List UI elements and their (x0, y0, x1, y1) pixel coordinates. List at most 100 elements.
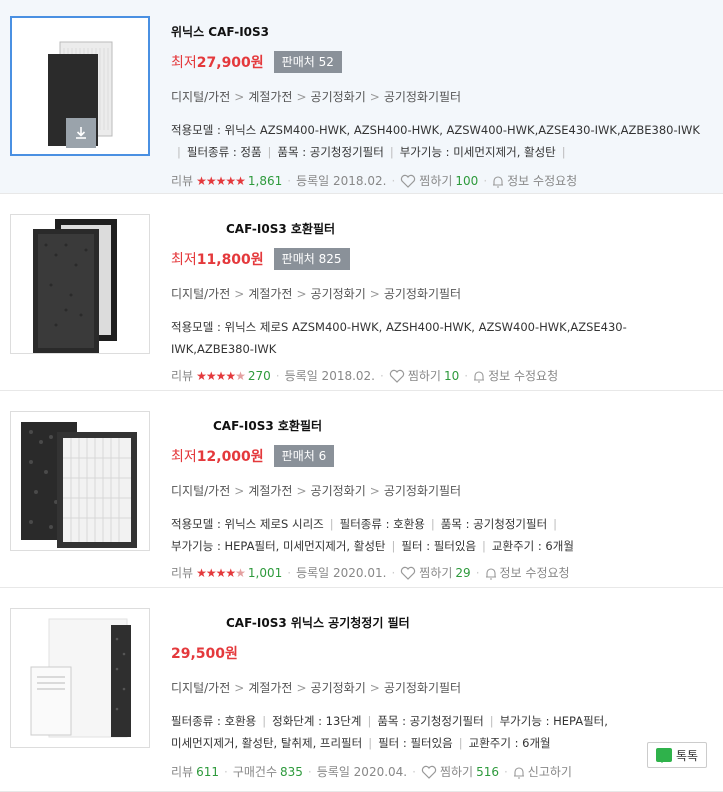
breadcrumb: 디지털/가전 > 계절가전 > 공기정화기 > 공기정화기필터 (171, 681, 462, 695)
star-icon: ★★★★★ (196, 369, 246, 383)
breadcrumb-item[interactable]: 공기정화기 (311, 681, 366, 695)
bell-icon[interactable] (492, 175, 504, 188)
review-count[interactable]: 1,861 (248, 173, 282, 189)
product-item: 위닉스 CAF-I0S3 최저27,900원 판매처 52 디지털/가전 > 계절가… (0, 0, 723, 194)
filter-image (30, 618, 131, 738)
product-list: 위닉스 CAF-I0S3 최저27,900원 판매처 52 디지털/가전 > 계절가… (0, 0, 723, 792)
breadcrumb-item[interactable]: 디지털/가전 (171, 681, 230, 695)
breadcrumb-item[interactable]: 공기정화기 (311, 90, 366, 104)
review-count[interactable]: 1,001 (248, 565, 282, 581)
breadcrumb-item[interactable]: 공기정화기필터 (384, 681, 461, 695)
product-thumbnail[interactable] (10, 16, 150, 156)
review-label: 리뷰 (171, 566, 194, 580)
product-item: CAF-I0S3 호환필터 최저12,000원 판매처 6 디지털/가전 > 계절가… (0, 391, 723, 588)
product-specs: 적용모델 : 위닉스 제로S AZSM400-HWK, AZSH400-HWK,… (171, 316, 715, 360)
star-icon: ★★★★★ (196, 174, 246, 188)
breadcrumb-item[interactable]: 공기정화기필터 (384, 287, 461, 301)
filter-image (21, 422, 137, 548)
bell-icon[interactable] (485, 567, 497, 580)
registered-date: 등록일 2020.04. (316, 765, 408, 779)
product-price[interactable]: 최저11,800원 (171, 249, 264, 269)
product-meta: 리뷰 ★★★★★ 1,001 · 등록일 2020.01. · 찜하기 29 ·… (171, 565, 570, 581)
breadcrumb: 디지털/가전 > 계절가전 > 공기정화기 > 공기정화기필터 (171, 484, 462, 498)
talk-icon (655, 748, 672, 763)
product-specs: 적용모델 : 위닉스 제로S 시리즈 | 필터종류 : 호환용 | 품목 : 공기청정기… (171, 513, 715, 557)
spec-line: 부가기능 : HEPA필터, 미세먼지제거, 활성탄 | 필터 : 필터있음 | 교환주… (171, 539, 574, 553)
download-icon[interactable] (66, 118, 96, 148)
breadcrumb-item[interactable]: 계절가전 (248, 484, 292, 498)
talk-button-label: 톡톡 (675, 748, 699, 763)
price-row: 최저27,900원 판매처 52 (171, 50, 715, 74)
breadcrumb-item[interactable]: 공기정화기필터 (384, 484, 461, 498)
seller-count-button[interactable]: 판매처 52 (273, 51, 342, 73)
breadcrumb-item[interactable]: 디지털/가전 (171, 90, 230, 104)
breadcrumb-item[interactable]: 공기정화기 (311, 484, 366, 498)
breadcrumb-item[interactable]: 디지털/가전 (171, 484, 230, 498)
product-price[interactable]: 최저12,000원 (171, 446, 264, 466)
product-info: CAF-I0S3 호환필터 최저11,800원 판매처 825 디지털/가전 > 계… (171, 221, 715, 384)
bell-icon[interactable] (473, 370, 485, 383)
product-info: CAF-I0S3 호환필터 최저12,000원 판매처 6 디지털/가전 > 계절가… (171, 418, 715, 581)
spec-line: IWK,AZBE380-IWK (171, 342, 277, 356)
breadcrumb-item[interactable]: 공기정화기필터 (384, 90, 461, 104)
wish-count: 516 (476, 765, 499, 779)
breadcrumb-item[interactable]: 계절가전 (248, 90, 292, 104)
breadcrumb-item[interactable]: 디지털/가전 (171, 287, 230, 301)
product-info: CAF-I0S3 위닉스 공기청정기 필터 29,500원 디지털/가전 > 계절가… (171, 615, 715, 780)
review-label: 리뷰 (171, 765, 194, 779)
product-item: CAF-I0S3 위닉스 공기청정기 필터 29,500원 디지털/가전 > 계절가… (0, 588, 723, 792)
product-thumbnail[interactable] (10, 608, 150, 748)
review-label: 리뷰 (171, 174, 194, 188)
product-title[interactable]: CAF-I0S3 호환필터 (171, 221, 715, 237)
wish-label[interactable]: 찜하기 (440, 764, 473, 780)
price-row: 최저11,800원 판매처 825 (171, 247, 715, 271)
wish-label[interactable]: 찜하기 (408, 368, 441, 384)
star-icon: ★★★★★ (196, 566, 246, 580)
product-meta: 리뷰 ★★★★★ 270 · 등록일 2018.02. · 찜하기 10 · 정… (171, 368, 559, 384)
spec-line: | 필터종류 : 정품 | 품목 : 공기청정기필터 | 부가기능 : 미세먼지제거, 활… (177, 145, 566, 159)
product-specs: 적용모델 : 위닉스 AZSM400-HWK, AZSH400-HWK, AZS… (171, 119, 715, 163)
heart-icon[interactable] (400, 566, 416, 580)
wish-label[interactable]: 찜하기 (419, 565, 452, 581)
heart-icon[interactable] (421, 765, 437, 779)
product-title[interactable]: 위닉스 CAF-I0S3 (171, 24, 715, 40)
price-row: 최저12,000원 판매처 6 (171, 444, 715, 468)
product-title[interactable]: CAF-I0S3 위닉스 공기청정기 필터 (171, 615, 715, 631)
registered-date: 등록일 2018.02. (284, 369, 375, 383)
product-item: CAF-I0S3 호환필터 최저11,800원 판매처 825 디지털/가전 > 계… (0, 194, 723, 391)
seller-count-button[interactable]: 판매처 825 (273, 248, 350, 270)
product-title[interactable]: CAF-I0S3 호환필터 (171, 418, 715, 434)
breadcrumb-item[interactable]: 계절가전 (248, 681, 292, 695)
breadcrumb-item[interactable]: 계절가전 (248, 287, 292, 301)
product-price[interactable]: 29,500원 (171, 643, 238, 663)
price-row: 29,500원 (171, 641, 715, 665)
product-specs: 필터종류 : 호환용 | 정화단계 : 13단계 | 품목 : 공기청정기필터 | 부가기능… (171, 710, 715, 754)
product-meta: 리뷰 ★★★★★ 1,861 · 등록일 2018.02. · 찜하기 100 … (171, 173, 578, 189)
filter-image (33, 219, 117, 353)
info-edit-request-link[interactable]: 정보 수정요청 (488, 368, 558, 384)
spec-line: 적용모델 : 위닉스 AZSM400-HWK, AZSH400-HWK, AZS… (171, 123, 700, 137)
spec-line: 적용모델 : 위닉스 제로S 시리즈 | 필터종류 : 호환용 | 품목 : 공기청정기… (171, 517, 558, 531)
seller-count-button[interactable]: 판매처 6 (273, 445, 335, 467)
breadcrumb: 디지털/가전 > 계절가전 > 공기정화기 > 공기정화기필터 (171, 287, 462, 301)
breadcrumb-item[interactable]: 공기정화기 (311, 287, 366, 301)
info-edit-request-link[interactable]: 정보 수정요청 (500, 565, 570, 581)
info-edit-request-link[interactable]: 정보 수정요청 (507, 173, 577, 189)
product-price[interactable]: 최저27,900원 (171, 52, 264, 72)
report-link[interactable]: 신고하기 (528, 764, 572, 780)
review-count[interactable]: 611 (196, 764, 219, 780)
talk-button[interactable]: 톡톡 (647, 742, 707, 768)
wish-label[interactable]: 찜하기 (419, 173, 452, 189)
heart-icon[interactable] (389, 369, 405, 383)
wish-count: 10 (443, 369, 460, 383)
purchase-count: 835 (280, 765, 303, 779)
review-label: 리뷰 (171, 369, 194, 383)
product-thumbnail[interactable] (10, 411, 150, 551)
bell-icon[interactable] (513, 766, 525, 779)
product-info: 위닉스 CAF-I0S3 최저27,900원 판매처 52 디지털/가전 > 계절가… (171, 24, 715, 189)
heart-icon[interactable] (400, 174, 416, 188)
product-thumbnail[interactable] (10, 214, 150, 354)
registered-date: 등록일 2018.02. (296, 174, 387, 188)
review-count[interactable]: 270 (248, 368, 271, 384)
spec-line: 적용모델 : 위닉스 제로S AZSM400-HWK, AZSH400-HWK,… (171, 320, 627, 334)
